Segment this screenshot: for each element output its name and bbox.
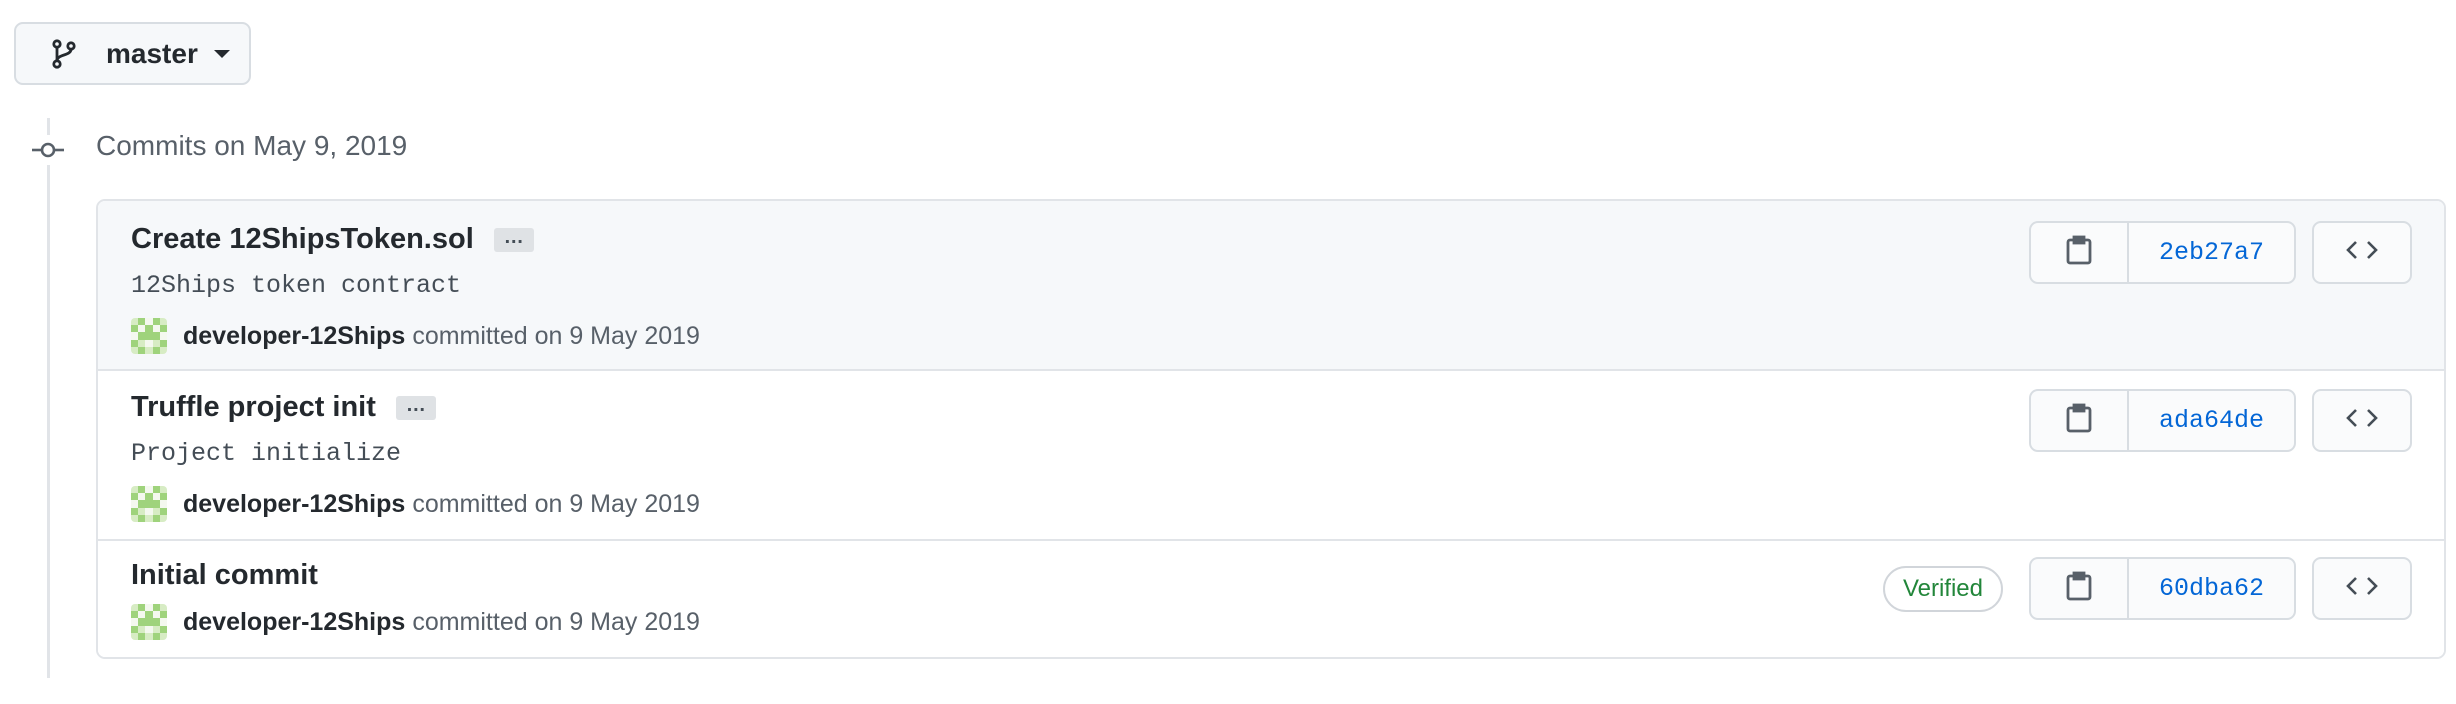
avatar[interactable] <box>131 604 167 640</box>
clipboard-icon <box>2066 571 2092 606</box>
git-branch-icon <box>48 38 80 70</box>
author-link[interactable]: developer-12Ships <box>183 490 405 519</box>
timeline-line <box>47 118 50 678</box>
sha-button-group: ada64de <box>2029 389 2296 452</box>
commit-sha-link[interactable]: 2eb27a7 <box>2129 223 2294 282</box>
copy-sha-button[interactable] <box>2031 559 2129 618</box>
browse-repository-button[interactable] <box>2312 389 2412 452</box>
expand-description-button[interactable]: … <box>395 395 436 420</box>
commit-date: committed on 9 May 2019 <box>412 489 700 518</box>
verified-badge[interactable]: Verified <box>1882 565 2003 612</box>
browse-repository-button[interactable] <box>2312 557 2412 620</box>
branch-name: master <box>106 37 198 69</box>
code-icon <box>2345 575 2379 602</box>
code-icon <box>2345 407 2379 434</box>
chevron-down-icon <box>213 49 230 58</box>
commit-sha-link[interactable]: 60dba62 <box>2129 559 2294 618</box>
commits-page: master Commits on May 9, 2019 Create 12S… <box>0 0 2456 704</box>
author-link[interactable]: developer-12Ships <box>183 608 405 637</box>
copy-sha-button[interactable] <box>2031 223 2129 282</box>
clipboard-icon <box>2066 403 2092 438</box>
git-commit-icon <box>31 135 65 165</box>
avatar[interactable] <box>131 486 167 522</box>
commit-sha-link[interactable]: ada64de <box>2129 391 2294 450</box>
commit-title-link[interactable]: Create 12ShipsToken.sol <box>131 223 474 256</box>
commit-row: Initial commit developer-12Ships committ… <box>98 541 2444 657</box>
copy-sha-button[interactable] <box>2031 391 2129 450</box>
commit-description: 12Ships token contract <box>131 271 462 300</box>
sha-button-group: 2eb27a7 <box>2029 221 2296 284</box>
commit-date: committed on 9 May 2019 <box>412 321 700 350</box>
code-icon <box>2345 239 2379 266</box>
sha-button-group: 60dba62 <box>2029 557 2296 620</box>
expand-description-button[interactable]: … <box>493 227 534 252</box>
commit-title-link[interactable]: Initial commit <box>131 559 318 592</box>
clipboard-icon <box>2066 235 2092 270</box>
commit-list: Create 12ShipsToken.sol … 12Ships token … <box>96 199 2446 659</box>
branch-select-button[interactable]: master <box>14 22 251 85</box>
commit-date: committed on 9 May 2019 <box>412 607 700 636</box>
commit-group-title: Commits on May 9, 2019 <box>96 130 408 161</box>
commit-description: Project initialize <box>131 439 402 468</box>
avatar[interactable] <box>131 318 167 354</box>
commit-row: Create 12ShipsToken.sol … 12Ships token … <box>98 201 2444 371</box>
commit-row: Truffle project init … Project initializ… <box>98 371 2444 541</box>
browse-repository-button[interactable] <box>2312 221 2412 284</box>
commit-title-link[interactable]: Truffle project init <box>131 391 376 424</box>
author-link[interactable]: developer-12Ships <box>183 322 405 351</box>
